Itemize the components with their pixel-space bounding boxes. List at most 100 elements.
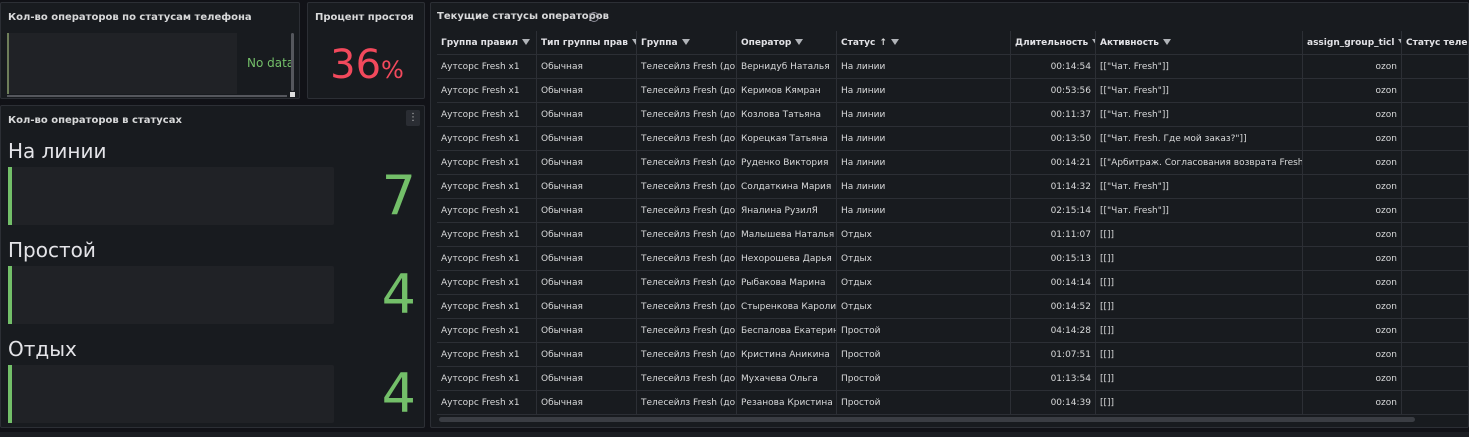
table-cell: ozon [1303, 247, 1402, 271]
column-header[interactable]: Группа [637, 31, 737, 55]
column-header-label: Длительность [1015, 38, 1089, 48]
table-cell: Телесейлз Fresh (до [637, 367, 737, 391]
table-cell [1402, 271, 1468, 295]
table-cell: Обычная [537, 295, 637, 319]
table-row[interactable]: Аутсорс Fresh x1 Обычная Телесейлз Fresh (… [437, 319, 1468, 343]
table-row[interactable]: Аутсорс Fresh x1 Обычная Телесейлз Fresh (… [437, 127, 1468, 151]
bottom-divider [0, 432, 1469, 437]
status-count: 4 [381, 263, 416, 326]
filter-icon[interactable] [522, 38, 531, 45]
panel-title[interactable]: Текущие статусы операторов [437, 11, 609, 22]
table-cell: Обычная [537, 151, 637, 175]
table-cell: Простой [837, 367, 1011, 391]
operators-table: Группа правил Тип группы прав Группа Операт… [437, 31, 1468, 415]
column-header[interactable]: Тип группы прав [537, 31, 637, 55]
filter-icon[interactable] [890, 38, 899, 45]
table-cell: ozon [1303, 199, 1402, 223]
sort-ascending-icon[interactable]: ↑ [879, 38, 887, 48]
table-cell: Отдых [837, 247, 1011, 271]
table-cell: Обычная [537, 271, 637, 295]
table-cell: На линии [837, 55, 1011, 79]
table-cell: 00:14:54 [1011, 55, 1096, 79]
table-cell: 00:11:37 [1011, 103, 1096, 127]
panel-title[interactable]: Кол-во операторов по статусам телефона [8, 12, 252, 23]
table-cell: ozon [1303, 103, 1402, 127]
table-cell [1402, 127, 1468, 151]
column-header-label: Статус теле [1406, 38, 1468, 48]
table-cell: Обычная [537, 343, 637, 367]
table-cell [1402, 247, 1468, 271]
table-cell: [[]] [1096, 295, 1303, 319]
bar-fill [8, 167, 12, 225]
table-cell: [[]] [1096, 367, 1303, 391]
table-cell: Аутсорс Fresh x1 [437, 55, 537, 79]
table-cell: Козлова Татьяна [737, 103, 837, 127]
table-cell: Простой [837, 319, 1011, 343]
table-cell: Обычная [537, 367, 637, 391]
table-cell: Отдых [837, 295, 1011, 319]
table-row[interactable]: Аутсорс Fresh x1 Обычная Телесейлз Fresh (… [437, 343, 1468, 367]
table-cell [1402, 343, 1468, 367]
table-row[interactable]: Аутсорс Fresh x1 Обычная Телесейлз Fresh (… [437, 103, 1468, 127]
table-row[interactable]: Аутсорс Fresh x1 Обычная Телесейлз Fresh (… [437, 151, 1468, 175]
column-header[interactable]: Оператор [737, 31, 837, 55]
table-cell: Обычная [537, 55, 637, 79]
table-row[interactable]: Аутсорс Fresh x1 Обычная Телесейлз Fresh (… [437, 199, 1468, 223]
table-row[interactable]: Аутсорс Fresh x1 Обычная Телесейлз Fresh (… [437, 295, 1468, 319]
table-cell: 01:07:51 [1011, 343, 1096, 367]
column-header[interactable]: assign_group_ticl [1303, 31, 1402, 55]
table-row[interactable]: Аутсорс Fresh x1 Обычная Телесейлз Fresh (… [437, 175, 1468, 199]
filter-icon[interactable] [795, 38, 804, 45]
table-cell: Обычная [537, 247, 637, 271]
resize-handle[interactable] [290, 92, 295, 97]
filter-icon[interactable] [1162, 38, 1171, 45]
table-row[interactable]: Аутсорс Fresh x1 Обычная Телесейлз Fresh (… [437, 271, 1468, 295]
table-cell [1402, 367, 1468, 391]
table-cell: Отдых [837, 271, 1011, 295]
horizontal-scrollbar[interactable] [439, 417, 1415, 422]
column-header[interactable]: Статус ↑ [837, 31, 1011, 55]
table-cell: Рыбакова Марина [737, 271, 837, 295]
table-cell: Отдых [837, 223, 1011, 247]
table-cell: ozon [1303, 391, 1402, 415]
table-cell: На линии [837, 151, 1011, 175]
current-statuses-panel: Текущие статусы операторов i Группа прав… [430, 2, 1469, 428]
filter-icon[interactable] [681, 38, 690, 45]
table-row[interactable]: Аутсорс Fresh x1 Обычная Телесейлз Fresh (… [437, 223, 1468, 247]
column-header-label: Группа правил [441, 38, 519, 48]
kebab-icon[interactable]: ⋮ [406, 110, 420, 126]
column-header[interactable]: Длительность [1011, 31, 1096, 55]
table-cell [1402, 319, 1468, 343]
column-header[interactable]: Группа правил [437, 31, 537, 55]
table-row[interactable]: Аутсорс Fresh x1 Обычная Телесейлз Fresh (… [437, 79, 1468, 103]
table-cell [1402, 391, 1468, 415]
table-cell: Аутсорс Fresh x1 [437, 343, 537, 367]
table-row[interactable]: Аутсорс Fresh x1 Обычная Телесейлз Fresh (… [437, 391, 1468, 415]
table-cell [1402, 151, 1468, 175]
table-row[interactable]: Аутсорс Fresh x1 Обычная Телесейлз Fresh (… [437, 367, 1468, 391]
table-row[interactable]: Аутсорс Fresh x1 Обычная Телесейлз Fresh (… [437, 55, 1468, 79]
panel-title[interactable]: Кол-во операторов в статусах [8, 115, 182, 126]
table-row[interactable]: Аутсорс Fresh x1 Обычная Телесейлз Fresh (… [437, 247, 1468, 271]
table-cell: Аутсорс Fresh x1 [437, 367, 537, 391]
status-count: 7 [381, 164, 416, 227]
info-icon[interactable]: i [589, 12, 599, 22]
table-cell: ozon [1303, 127, 1402, 151]
table-cell: Солдаткина Мария [737, 175, 837, 199]
table-cell: Беспалова Екатерин [737, 319, 837, 343]
table-cell: Резанова Кристина [737, 391, 837, 415]
panel-title[interactable]: Процент простоя [315, 12, 414, 23]
table-cell: [[]] [1096, 271, 1303, 295]
column-header[interactable]: Активность [1096, 31, 1303, 55]
table-cell: ozon [1303, 55, 1402, 79]
table-cell: Простой [837, 391, 1011, 415]
horizontal-scrollbar[interactable] [7, 95, 287, 97]
table-cell: 00:13:50 [1011, 127, 1096, 151]
column-header[interactable]: Статус теле [1402, 31, 1468, 55]
table-cell: Мухачева Ольга [737, 367, 837, 391]
table-cell: ozon [1303, 367, 1402, 391]
table-cell: 00:53:56 [1011, 79, 1096, 103]
table-cell: [[]] [1096, 391, 1303, 415]
vertical-scrollbar[interactable] [291, 33, 294, 91]
table-cell: 04:14:28 [1011, 319, 1096, 343]
